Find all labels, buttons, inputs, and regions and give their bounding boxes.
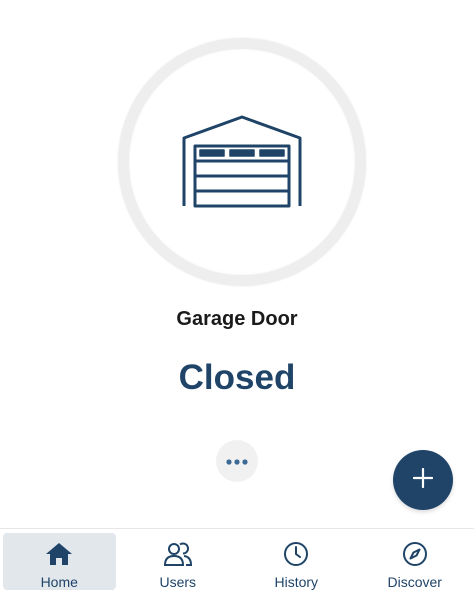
device-status: Closed [178,358,296,397]
tab-users-label: Users [159,574,197,590]
home-icon [45,541,73,567]
garage-door-icon [181,114,303,210]
more-options-button[interactable] [216,440,258,482]
compass-icon [402,541,428,567]
garage-door-toggle[interactable] [118,38,366,286]
users-icon [163,541,193,567]
tab-history[interactable]: History [237,529,356,592]
more-dots-icon [226,452,248,470]
add-button[interactable] [393,450,453,510]
plus-icon [412,467,434,493]
bottom-tab-bar: Home Users History Discover [0,528,474,592]
tab-home[interactable]: Home [0,529,119,592]
tab-home-label: Home [40,574,78,590]
tab-discover[interactable]: Discover [356,529,474,592]
tab-history-label: History [274,574,319,590]
tab-users[interactable]: Users [119,529,238,592]
app-screen: Garage Door Closed Home Users History Di… [0,0,474,592]
tab-discover-label: Discover [387,574,442,590]
clock-icon [283,541,309,567]
device-name: Garage Door [176,308,298,330]
